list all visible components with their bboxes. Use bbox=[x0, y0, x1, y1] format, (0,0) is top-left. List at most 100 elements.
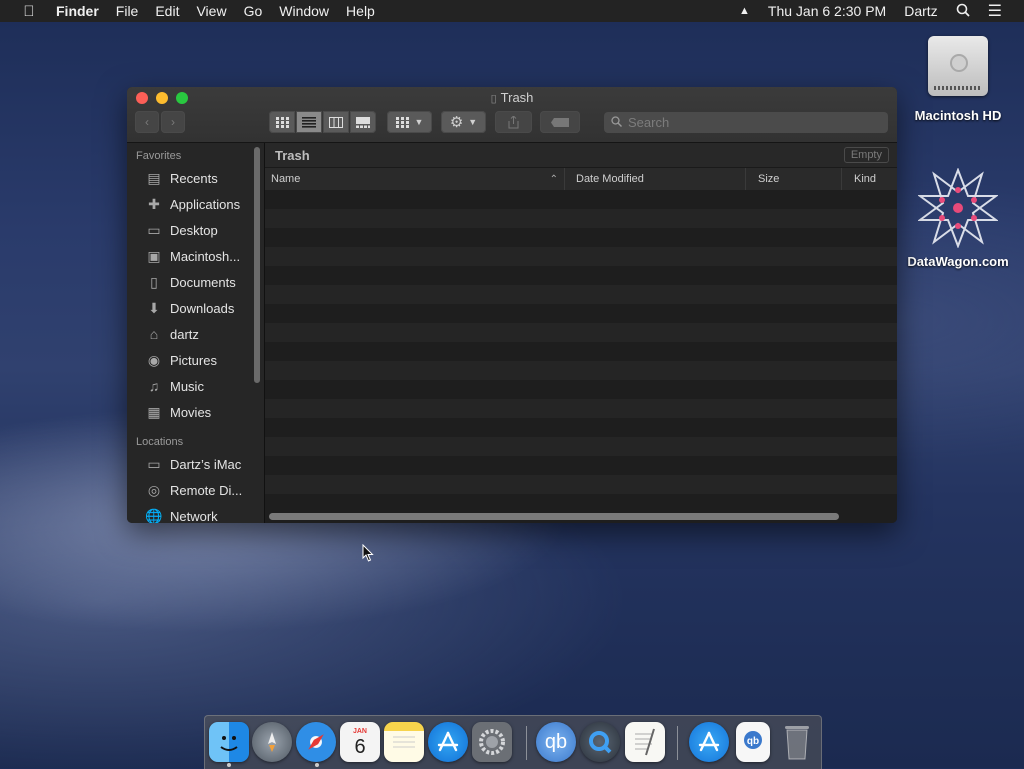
icon-view-button[interactable] bbox=[269, 111, 295, 133]
dock-separator bbox=[677, 726, 678, 760]
column-header-name[interactable]: Name ⌃ bbox=[265, 168, 565, 190]
columns-icon bbox=[329, 116, 343, 128]
network-icon: 🌐 bbox=[145, 507, 163, 524]
column-header-size[interactable]: Size bbox=[746, 168, 842, 190]
sidebar-item-recents[interactable]: ▤ Recents bbox=[127, 165, 264, 191]
notes-icon[interactable] bbox=[384, 722, 424, 762]
group-by-dropdown[interactable]: ▼ bbox=[387, 111, 432, 133]
sidebar-item-label: Movies bbox=[170, 404, 212, 420]
torrent-file-icon[interactable]: qb bbox=[736, 722, 770, 762]
sidebar-item-movies[interactable]: ▦ Movies bbox=[127, 399, 264, 425]
sidebar-item-imac[interactable]: ▭ Dartz’s iMac bbox=[127, 451, 264, 477]
menu-bar:  Finder File Edit View Go Window Help ▲… bbox=[0, 0, 1024, 22]
applications-icon: ✚ bbox=[148, 195, 160, 212]
menubar-user[interactable]: Dartz bbox=[904, 3, 937, 19]
sidebar-item-home[interactable]: ⌂ dartz bbox=[127, 321, 264, 347]
menubar-clock[interactable]: Thu Jan 6 2:30 PM bbox=[768, 3, 886, 19]
finder-icon[interactable] bbox=[209, 722, 249, 762]
sidebar-item-documents[interactable]: ▯ Documents bbox=[127, 269, 264, 295]
dock: JAN 6 qb qb bbox=[204, 715, 822, 769]
action-dropdown[interactable]: ⚙ ▼ bbox=[441, 111, 486, 133]
menu-go[interactable]: Go bbox=[244, 3, 263, 19]
sidebar-header-favorites: Favorites bbox=[136, 150, 182, 162]
chevron-right-icon: › bbox=[171, 115, 175, 129]
desktop-icon-macintosh-hd[interactable]: Macintosh HD bbox=[903, 30, 1013, 123]
svg-text:qb: qb bbox=[747, 736, 759, 747]
window-title: ▯ Trash bbox=[127, 90, 897, 105]
menu-help[interactable]: Help bbox=[346, 3, 375, 19]
desktop-icon-datawagon[interactable]: DataWagon.com bbox=[903, 167, 1013, 269]
horizontal-scrollbar[interactable] bbox=[269, 513, 839, 520]
forward-button[interactable]: › bbox=[161, 111, 185, 133]
launchpad-icon[interactable] bbox=[252, 722, 292, 762]
chevron-down-icon: ▼ bbox=[414, 117, 424, 127]
list-icon bbox=[302, 116, 316, 128]
sidebar-item-label: Music bbox=[170, 378, 204, 394]
tag-icon bbox=[551, 117, 569, 127]
sidebar-item-downloads[interactable]: ⬇ Downloads bbox=[127, 295, 264, 321]
app-store-download-icon[interactable] bbox=[689, 722, 729, 762]
finder-window: ▯ Trash ‹ › ▼ ⚙ ▼ Search Favorites ▤ Rec… bbox=[127, 87, 897, 523]
window-titlebar[interactable]: ▯ Trash ‹ › ▼ ⚙ ▼ Search bbox=[127, 87, 897, 143]
gallery-view-button[interactable] bbox=[350, 111, 376, 133]
textedit-icon[interactable] bbox=[625, 722, 665, 762]
notification-center-icon[interactable]: ☰ bbox=[988, 1, 1002, 21]
music-icon: ♫ bbox=[148, 378, 160, 394]
gallery-icon bbox=[356, 116, 370, 128]
imac-icon: ▭ bbox=[147, 455, 161, 472]
file-list-area: Trash Empty Name ⌃ Date Modified Size Kin… bbox=[265, 143, 897, 523]
sidebar-item-pictures[interactable]: ◉ Pictures bbox=[127, 347, 264, 373]
menu-window[interactable]: Window bbox=[279, 3, 329, 19]
column-header-label: Date Modified bbox=[576, 173, 644, 185]
disk-icon: ▣ bbox=[147, 247, 161, 264]
menu-view[interactable]: View bbox=[196, 3, 226, 19]
trash-header: Trash Empty bbox=[265, 143, 897, 167]
desktop-icon: ▭ bbox=[147, 221, 161, 238]
menu-edit[interactable]: Edit bbox=[155, 3, 179, 19]
menu-finder[interactable]: Finder bbox=[56, 3, 99, 19]
sidebar-scrollbar[interactable] bbox=[254, 147, 260, 383]
calendar-month: JAN bbox=[352, 727, 367, 735]
back-button[interactable]: ‹ bbox=[135, 111, 159, 133]
menu-file[interactable]: File bbox=[116, 3, 139, 19]
pictures-icon: ◉ bbox=[147, 351, 161, 368]
sidebar-item-music[interactable]: ♫ Music bbox=[127, 373, 264, 399]
column-header-date-modified[interactable]: Date Modified bbox=[565, 168, 746, 190]
safari-icon[interactable] bbox=[296, 722, 336, 762]
list-view-button[interactable] bbox=[296, 111, 322, 133]
column-header-label: Name bbox=[271, 173, 301, 185]
file-list-rows[interactable] bbox=[265, 190, 897, 513]
sidebar-item-label: Remote Di... bbox=[170, 482, 243, 498]
column-view-button[interactable] bbox=[323, 111, 349, 133]
column-headers: Name ⌃ Date Modified Size Kind bbox=[265, 167, 897, 191]
system-preferences-icon[interactable] bbox=[472, 722, 512, 762]
sidebar-item-applications[interactable]: ✚ Applications bbox=[127, 191, 264, 217]
column-header-kind[interactable]: Kind bbox=[842, 168, 897, 190]
eject-icon[interactable]: ▲ bbox=[739, 5, 750, 17]
trash-small-icon: ▯ bbox=[490, 93, 497, 105]
desktop-icon-label: Macintosh HD bbox=[914, 108, 1002, 123]
sort-ascending-icon: ⌃ bbox=[549, 173, 558, 185]
quicktime-icon[interactable] bbox=[580, 722, 620, 762]
trash-icon[interactable] bbox=[777, 722, 817, 762]
spotlight-search-icon[interactable] bbox=[956, 3, 970, 20]
navigation-buttons: ‹ › bbox=[135, 111, 187, 133]
recents-icon: ▤ bbox=[147, 169, 161, 186]
window-title-text: Trash bbox=[500, 90, 534, 105]
sidebar-item-desktop[interactable]: ▭ Desktop bbox=[127, 217, 264, 243]
app-store-icon[interactable] bbox=[428, 722, 468, 762]
search-field[interactable]: Search bbox=[604, 112, 888, 133]
home-icon: ⌂ bbox=[149, 326, 159, 342]
sidebar-item-macintosh[interactable]: ▣ Macintosh... bbox=[127, 243, 264, 269]
apple-logo-icon[interactable]:  bbox=[20, 3, 38, 20]
column-header-label: Size bbox=[758, 173, 780, 185]
empty-trash-button[interactable]: Empty bbox=[843, 147, 889, 163]
tags-button[interactable] bbox=[540, 111, 580, 133]
sidebar-item-network[interactable]: 🌐 Network bbox=[127, 503, 264, 524]
sidebar-item-remote-disc[interactable]: ◎ Remote Di... bbox=[127, 477, 264, 503]
share-button[interactable] bbox=[495, 111, 532, 133]
calendar-icon[interactable]: JAN 6 bbox=[340, 722, 380, 762]
share-icon bbox=[508, 115, 519, 128]
sidebar-item-label: Network bbox=[170, 508, 218, 524]
qbittorrent-icon[interactable]: qb bbox=[536, 722, 576, 762]
